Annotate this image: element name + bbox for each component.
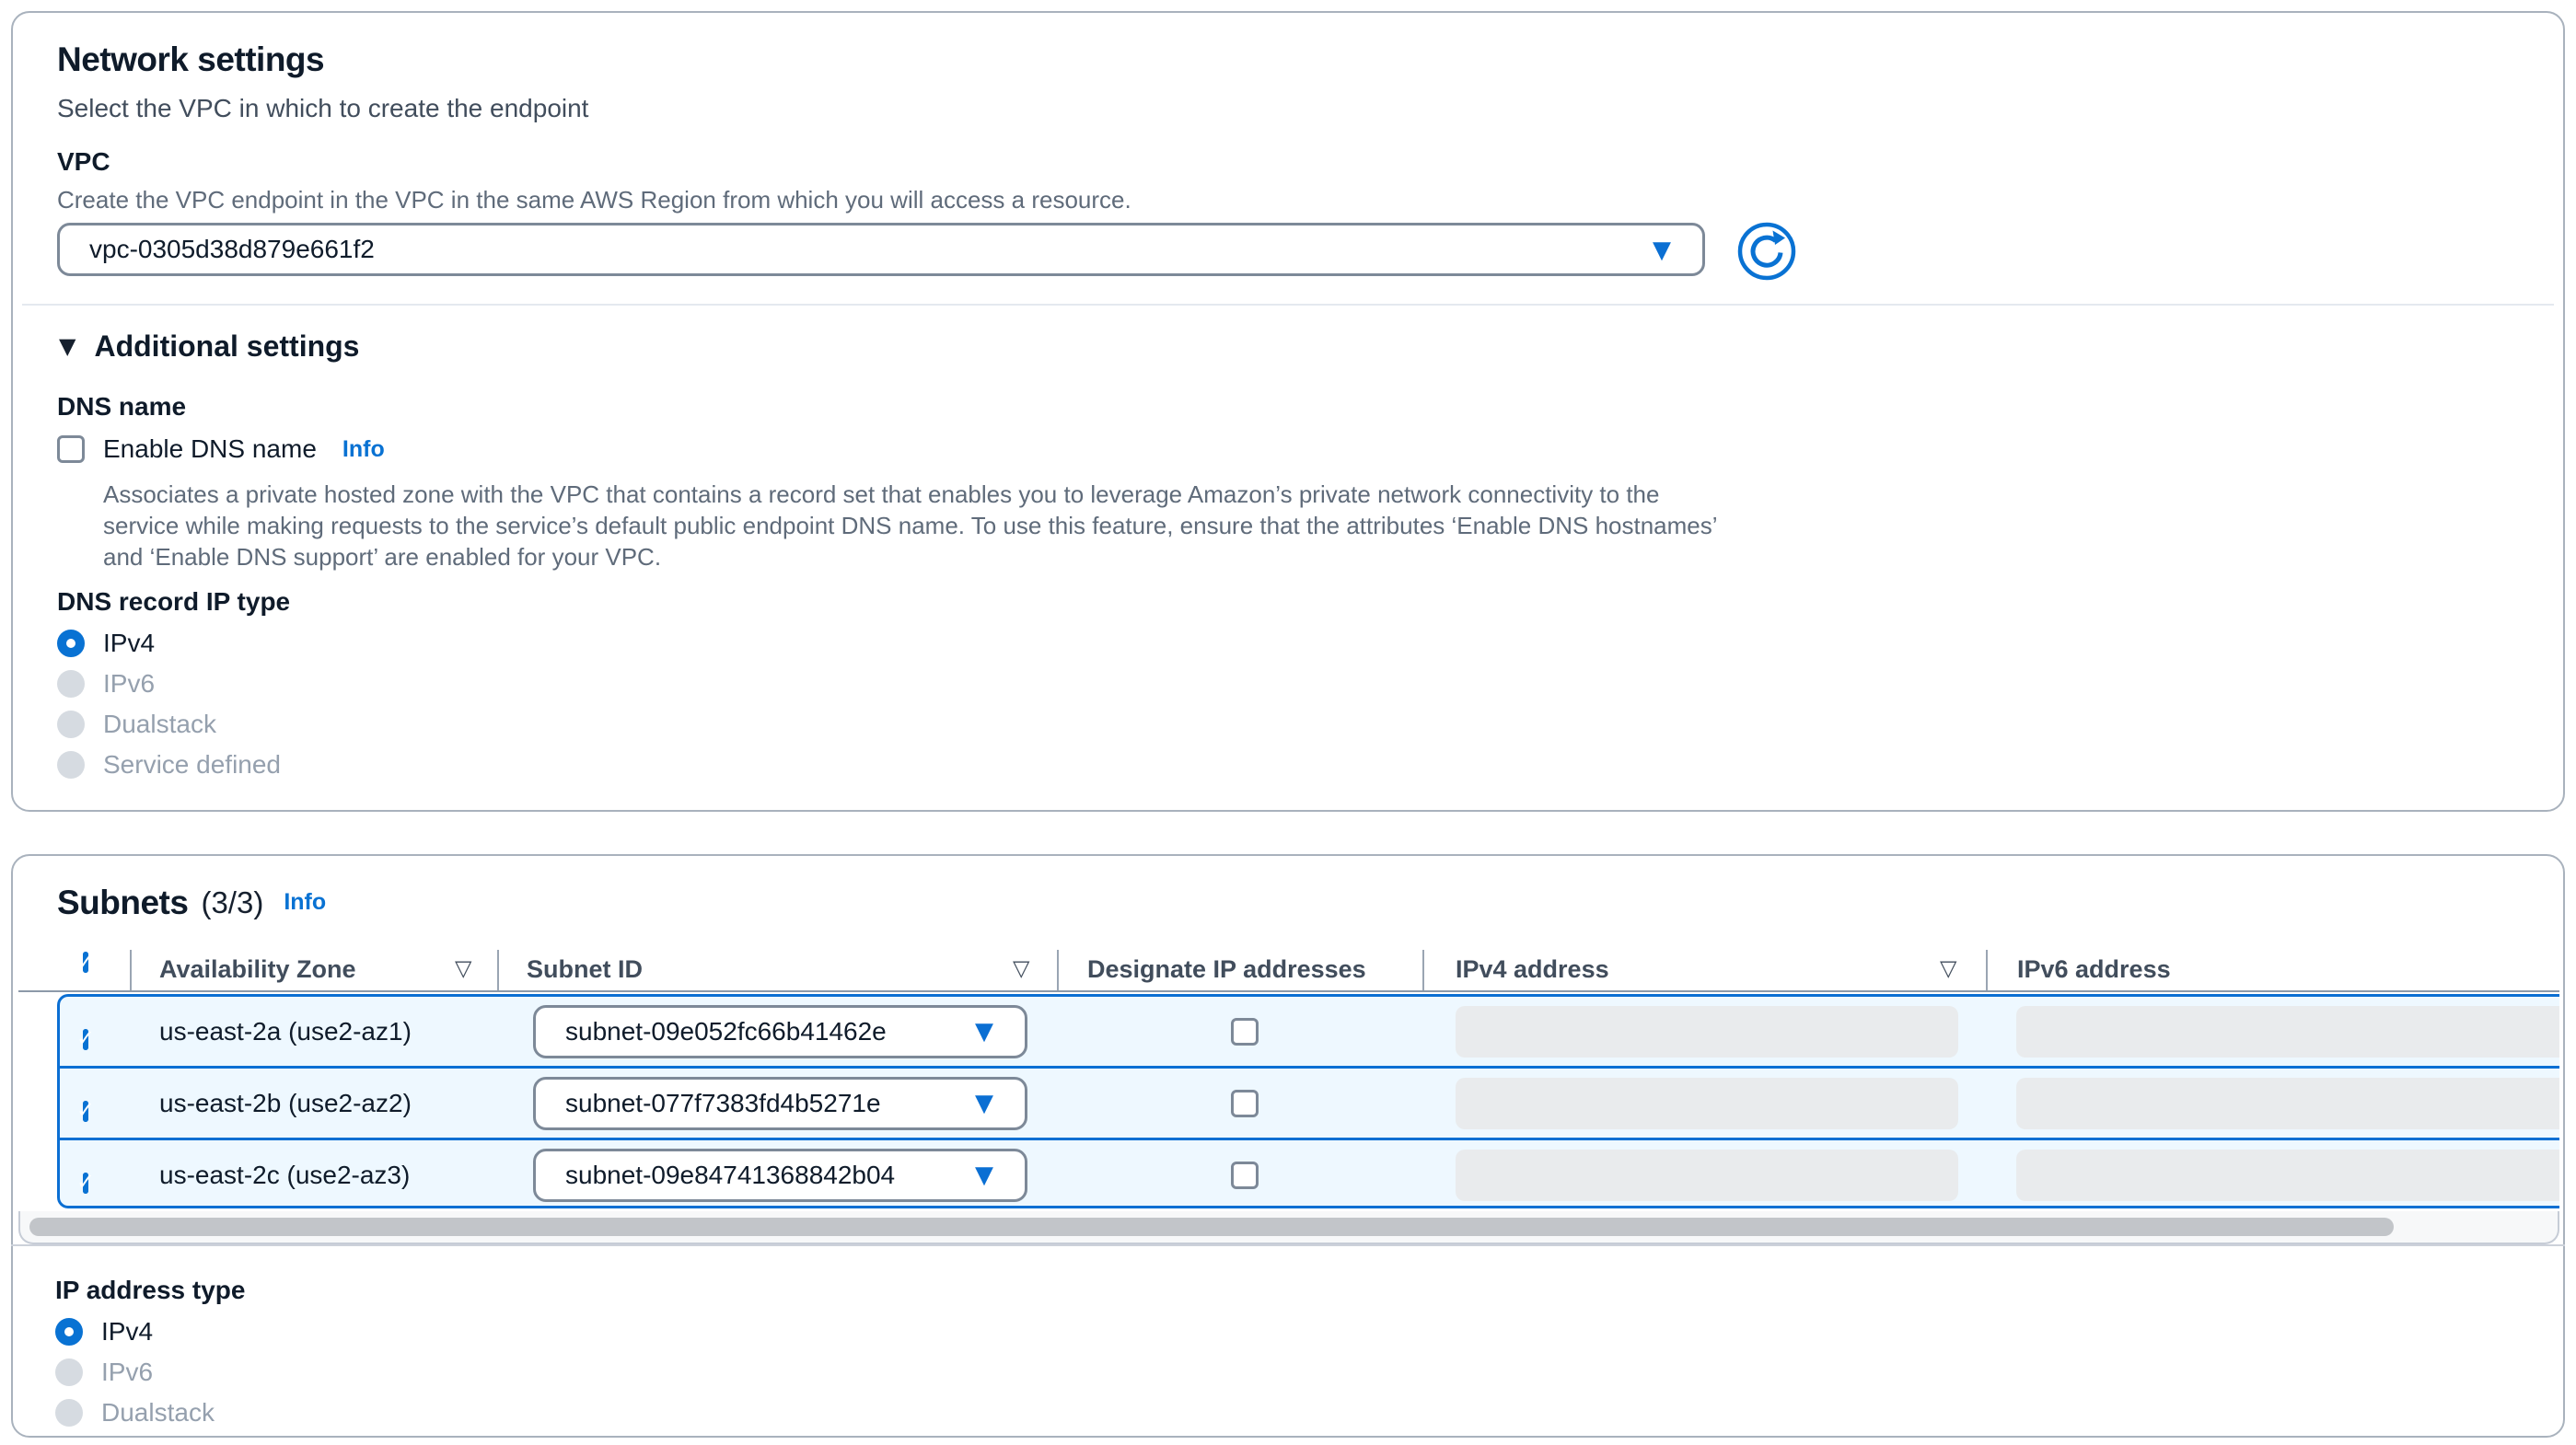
dns-name-label: DNS name [57, 392, 186, 422]
column-separator [497, 950, 499, 990]
designate-ip-checkbox[interactable] [1231, 1090, 1259, 1117]
radio-option-ipv6: IPv6 [55, 1358, 215, 1386]
vpc-select-value: vpc-0305d38d879e661f2 [60, 235, 375, 264]
chevron-down-icon [975, 1019, 1025, 1044]
enable-dns-checkbox[interactable] [57, 435, 85, 463]
subnets-header: Subnets (3/3) Info [57, 884, 326, 922]
col-ipv4-address: IPv4 address [1456, 955, 1609, 984]
dns-record-ip-type-group: IPv4 IPv6 Dualstack Service defined [57, 630, 281, 792]
row-checkbox[interactable] [83, 1029, 88, 1050]
radio-option-ipv4: IPv4 [55, 1318, 215, 1346]
horizontal-scrollbar-thumb[interactable] [29, 1218, 2394, 1236]
additional-settings-expander[interactable]: Additional settings [59, 329, 359, 364]
availability-zone-cell: us-east-2a (use2-az1) [159, 1017, 412, 1046]
row-checkbox[interactable] [83, 1173, 88, 1194]
refresh-icon [1736, 271, 1797, 284]
column-separator [130, 950, 132, 990]
select-all-checkbox[interactable] [83, 952, 88, 973]
enable-dns-description: Associates a private hosted zone with th… [103, 479, 1719, 572]
vpc-description: Create the VPC endpoint in the VPC in th… [57, 186, 1131, 214]
enable-dns-label: Enable DNS name [103, 434, 317, 464]
radio-ipv6 [55, 1358, 83, 1386]
ipv6-address-field [2016, 1006, 2559, 1058]
subnets-table-body: us-east-2a (use2-az1) subnet-09e052fc66b… [57, 994, 2559, 1208]
ip-address-type-label: IP address type [55, 1276, 245, 1305]
column-separator [1422, 950, 1424, 990]
column-separator [1986, 950, 1988, 990]
row-checkbox[interactable] [83, 1101, 88, 1122]
radio-option-ipv4: IPv4 [57, 630, 281, 657]
availability-zone-cell: us-east-2b (use2-az2) [159, 1089, 412, 1118]
subnets-count: (3/3) [201, 885, 263, 920]
radio-service-defined [57, 751, 85, 779]
col-subnet-id: Subnet ID [527, 955, 643, 984]
network-settings-card: Network settings Select the VPC in which… [11, 11, 2565, 812]
radio-ipv6-label: IPv6 [103, 669, 155, 699]
subnet-select[interactable]: subnet-09e84741368842b04 [533, 1149, 1027, 1202]
subnet-select[interactable]: subnet-09e052fc66b41462e [533, 1005, 1027, 1058]
sort-icon[interactable] [1013, 957, 1029, 980]
table-row[interactable]: us-east-2a (use2-az1) subnet-09e052fc66b… [60, 997, 2559, 1066]
subnets-info-link[interactable]: Info [284, 889, 326, 916]
enable-dns-row: Enable DNS name Info [57, 434, 385, 464]
radio-service-defined-label: Service defined [103, 750, 281, 780]
chevron-down-icon [1653, 237, 1702, 262]
enable-dns-info-link[interactable]: Info [342, 436, 385, 463]
subnet-select[interactable]: subnet-077f7383fd4b5271e [533, 1077, 1027, 1130]
designate-ip-checkbox[interactable] [1231, 1162, 1259, 1189]
subnets-table-header: Availability Zone Subnet ID Designate IP… [0, 950, 2576, 992]
ip-address-type-group: IPv4 IPv6 Dualstack [55, 1318, 215, 1439]
expander-triangle-icon [59, 335, 75, 358]
radio-dualstack-label: Dualstack [103, 710, 216, 739]
chevron-down-icon [975, 1162, 1025, 1187]
radio-ipv6 [57, 670, 85, 698]
subnet-select-value: subnet-09e84741368842b04 [536, 1161, 895, 1190]
availability-zone-cell: us-east-2c (use2-az3) [159, 1161, 410, 1190]
page-title: Network settings [57, 40, 324, 79]
vpc-select[interactable]: vpc-0305d38d879e661f2 [57, 223, 1705, 276]
col-ipv6-address: IPv6 address [2017, 955, 2171, 984]
sort-icon[interactable] [1940, 957, 1956, 980]
refresh-button[interactable] [1736, 221, 1797, 282]
horizontal-scrollbar-track[interactable] [18, 1211, 2559, 1244]
radio-dualstack [55, 1399, 83, 1427]
section-divider [11, 1244, 2565, 1246]
radio-dualstack-label: Dualstack [101, 1398, 215, 1428]
radio-option-dualstack: Dualstack [55, 1399, 215, 1427]
ipv6-address-field [2016, 1078, 2559, 1129]
designate-ip-checkbox[interactable] [1231, 1018, 1259, 1046]
subnet-select-value: subnet-09e052fc66b41462e [536, 1017, 887, 1046]
subnets-title: Subnets [57, 884, 188, 922]
ipv4-address-field [1456, 1078, 1958, 1129]
table-row[interactable]: us-east-2b (use2-az2) subnet-077f7383fd4… [60, 1066, 2559, 1138]
page-subtitle: Select the VPC in which to create the en… [57, 94, 588, 123]
radio-ipv4-label: IPv4 [101, 1317, 153, 1347]
table-header-underline [18, 990, 2559, 992]
radio-ipv4[interactable] [57, 630, 85, 657]
radio-option-dualstack: Dualstack [57, 711, 281, 738]
vpc-label: VPC [57, 147, 110, 177]
dns-record-ip-type-label: DNS record IP type [57, 587, 290, 617]
sort-icon[interactable] [455, 957, 471, 980]
additional-settings-title: Additional settings [94, 329, 359, 364]
radio-ipv4-label: IPv4 [103, 629, 155, 658]
table-row[interactable]: us-east-2c (use2-az3) subnet-09e84741368… [60, 1138, 2559, 1208]
col-designate-ip: Designate IP addresses [1087, 955, 1366, 984]
radio-ipv6-label: IPv6 [101, 1358, 153, 1387]
radio-option-ipv6: IPv6 [57, 670, 281, 698]
radio-option-service-defined: Service defined [57, 751, 281, 779]
column-separator [1057, 950, 1059, 990]
ipv4-address-field [1456, 1006, 1958, 1058]
ipv4-address-field [1456, 1150, 1958, 1201]
radio-ipv4[interactable] [55, 1318, 83, 1346]
subnet-select-value: subnet-077f7383fd4b5271e [536, 1089, 881, 1118]
chevron-down-icon [975, 1091, 1025, 1116]
radio-dualstack [57, 711, 85, 738]
col-availability-zone: Availability Zone [159, 955, 356, 984]
ipv6-address-field [2016, 1150, 2559, 1201]
section-divider [22, 304, 2554, 306]
